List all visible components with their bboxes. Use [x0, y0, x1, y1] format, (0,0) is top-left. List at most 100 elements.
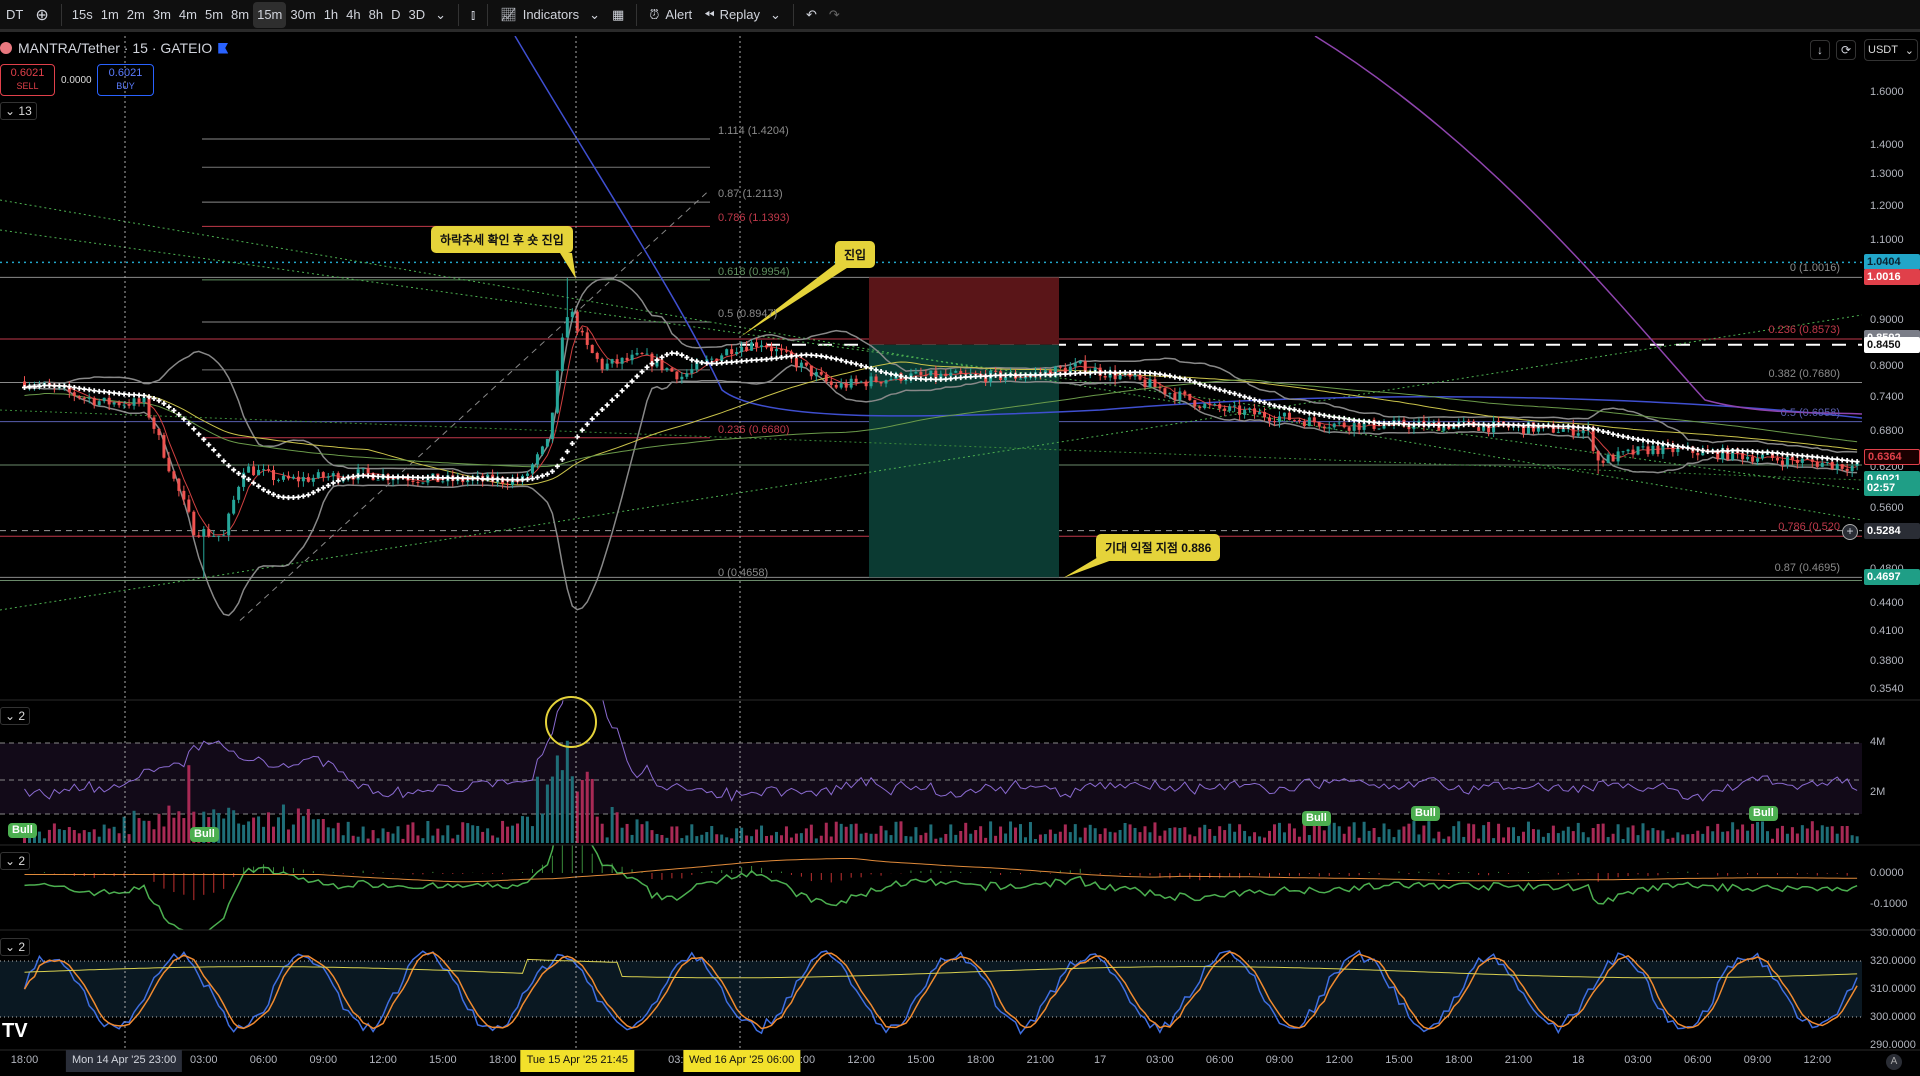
candle-down	[765, 345, 769, 348]
volume-bar	[779, 835, 783, 843]
volume-bar	[401, 838, 405, 843]
currency-selector[interactable]: USDT ⌄	[1864, 39, 1918, 61]
entry-callout[interactable]: 진입	[835, 241, 876, 268]
volume-bar	[1586, 837, 1590, 843]
candle-up	[281, 475, 285, 480]
volume-bar	[1173, 827, 1177, 843]
candle-up	[87, 397, 91, 399]
candle-up	[257, 469, 261, 476]
candle-up	[949, 372, 953, 376]
volume-pane-toggle[interactable]: ⌄ 2	[0, 707, 31, 725]
candle-up	[904, 379, 908, 381]
volume-bar	[929, 824, 933, 843]
candle-up	[217, 535, 221, 537]
chevron-down-icon: ⌄	[5, 709, 19, 723]
candle-up	[1073, 363, 1077, 367]
volume-bar	[1716, 823, 1720, 843]
volume-bar	[97, 836, 101, 843]
volume-bar	[1556, 833, 1560, 843]
macd-pane-toggle[interactable]: ⌄ 2	[0, 852, 31, 870]
volume-bar	[356, 836, 360, 843]
candle-down	[1218, 404, 1222, 409]
volume-bar	[52, 823, 56, 843]
volume-bar	[132, 810, 136, 843]
sell-button[interactable]: 0.6021 SELL	[0, 64, 55, 96]
volume-bar	[1228, 823, 1232, 843]
volume-bar	[67, 827, 71, 843]
volume-bar	[157, 813, 161, 843]
volume-bar	[1158, 835, 1162, 843]
short-entry-callout[interactable]: 하락추세 확인 후 숏 진입	[431, 226, 573, 253]
fib-left-label: 0.786 (1.1393)	[718, 212, 790, 225]
volume-bar	[1442, 838, 1446, 843]
candle-down	[182, 490, 186, 500]
time-highlight-label[interactable]: Wed 16 Apr '25 06:00	[682, 1050, 801, 1072]
chart-canvas[interactable]	[0, 0, 1920, 1076]
volume-bar	[1297, 836, 1301, 843]
volume-bar	[491, 835, 495, 843]
volume-bar	[1188, 834, 1192, 843]
indicator-count: 2	[18, 940, 26, 954]
bull-signal-badge: Bull	[8, 823, 37, 838]
candle-down	[745, 346, 749, 351]
volume-bar	[745, 835, 749, 843]
fib-trend-line[interactable]	[239, 189, 711, 621]
take-profit-callout[interactable]: 기대 익절 지점 0.886	[1096, 534, 1221, 561]
candle-down	[1815, 461, 1819, 467]
volume-bar	[1845, 826, 1849, 843]
volume-bar	[1601, 823, 1605, 843]
volume-bar	[560, 770, 564, 843]
highlight-circle[interactable]	[545, 696, 597, 748]
volume-bar	[924, 832, 928, 843]
flag-icon[interactable]	[218, 42, 229, 54]
volume-bar	[1626, 827, 1630, 843]
volume-bar	[1636, 835, 1640, 843]
time-highlight-label[interactable]: Mon 14 Apr '25 23:00	[65, 1050, 183, 1072]
candle-up	[311, 477, 315, 482]
volume-bar	[1367, 830, 1371, 843]
time-highlight-label[interactable]: Tue 15 Apr '25 21:45	[520, 1050, 634, 1072]
candle-down	[306, 477, 310, 482]
candle-up	[1462, 420, 1466, 422]
volume-bar	[112, 826, 116, 843]
volume-bar	[306, 808, 310, 843]
candle-down	[660, 359, 664, 370]
price-axis-label: 0.8000	[1870, 360, 1904, 373]
volume-bar	[1407, 823, 1411, 843]
time-axis-label: 18:00	[488, 1054, 517, 1066]
volume-bar	[486, 828, 490, 843]
volume-bar	[789, 837, 793, 843]
auto-scale-button[interactable]: A	[1886, 1054, 1902, 1070]
fib-right-label: 0.87 (0.4695)	[1774, 562, 1840, 575]
candle-up	[635, 352, 639, 355]
volume-bar	[1068, 832, 1072, 843]
candle-down	[411, 480, 415, 482]
candle-down	[1357, 423, 1361, 430]
candle-up	[1178, 391, 1182, 400]
candle-up	[954, 371, 958, 373]
add-alert-plus-icon[interactable]: +	[1842, 524, 1858, 540]
volume-bar	[511, 825, 515, 843]
volume-bar	[555, 755, 559, 843]
candle-down	[829, 381, 833, 385]
candle-up	[376, 479, 380, 481]
position-stop-zone[interactable]	[869, 277, 1059, 345]
candle-up	[859, 381, 863, 383]
macd-axis-label: -0.1000	[1870, 898, 1908, 910]
reset-scale-icon[interactable]: ⟳	[1836, 40, 1856, 60]
scroll-to-latest-icon[interactable]: ↓	[1810, 40, 1830, 60]
candle-up	[545, 438, 549, 447]
symbol-title[interactable]: MANTRA/Tether · 15 · GATEIO	[18, 40, 212, 56]
volume-bar	[1183, 827, 1187, 843]
candle-up	[1756, 458, 1760, 462]
stoch-pane-toggle[interactable]: ⌄ 2	[0, 938, 31, 956]
volume-bar	[844, 826, 848, 843]
candle-down	[82, 397, 86, 399]
time-axis-label: 03:00	[190, 1054, 218, 1066]
volume-bar	[1053, 833, 1057, 843]
bull-signal-badge: Bull	[1411, 806, 1440, 821]
buy-button[interactable]: 0.6021 BUY	[97, 64, 154, 96]
volume-bar	[291, 824, 295, 843]
main-indicators-toggle[interactable]: ⌄ 13	[0, 102, 37, 120]
candle-up	[760, 345, 764, 348]
